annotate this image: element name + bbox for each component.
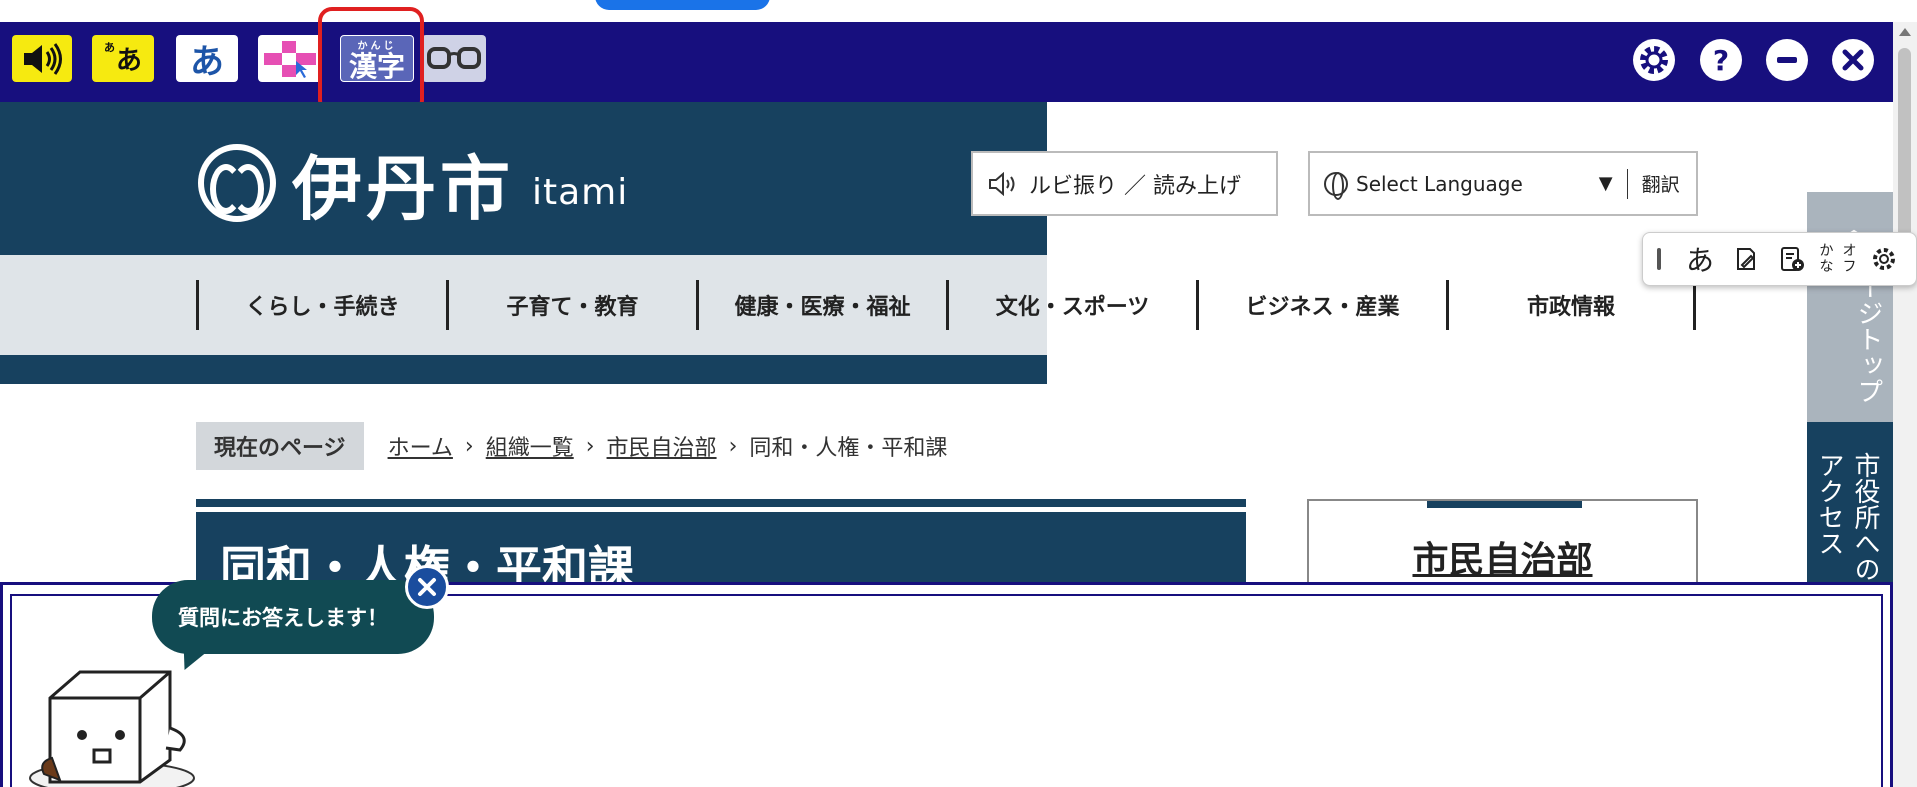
minus-icon: [1777, 57, 1797, 63]
chatbot-bubble-text: 質問にお答えします！: [178, 606, 388, 630]
kana-off-line2: オフ: [1842, 243, 1857, 275]
gear-outline-icon: [1873, 248, 1895, 270]
kanji-ruby-button[interactable]: かんじ 漢字: [340, 35, 414, 83]
accessibility-toolbar: あ あ あ かんじ 漢字: [0, 22, 1893, 102]
access-label: 市役所へのアクセス: [1814, 452, 1880, 582]
logo-text: 伊丹市: [292, 147, 514, 230]
breadcrumb-current-page: 同和・人権・平和課: [749, 436, 948, 461]
breadcrumb-separator-icon: ›: [585, 433, 595, 459]
close-icon: [418, 578, 436, 596]
color-cursor-icon: [264, 40, 316, 78]
language-select[interactable]: Select Language ▼ 翻訳: [1308, 151, 1698, 216]
nav-item-culture[interactable]: 文化・スポーツ: [946, 280, 1196, 330]
ruby-tool-main: あ: [115, 46, 142, 76]
breadcrumb-separator-icon: ›: [464, 433, 474, 459]
ime-toolbar: あ かな オフ: [1642, 232, 1917, 286]
logo-roman: itami: [532, 171, 629, 213]
site-logo[interactable]: 伊丹市 itami: [198, 142, 629, 230]
chatbot-speech-bubble[interactable]: 質問にお答えします！: [152, 580, 434, 654]
kana-off-line1: かな: [1819, 243, 1834, 275]
speaker-icon: [24, 42, 62, 75]
glasses-icon: [427, 46, 481, 69]
scroll-up-icon[interactable]: [1899, 28, 1911, 36]
ruby-tool-button[interactable]: あ あ: [92, 35, 154, 82]
reading-glasses-button[interactable]: [422, 35, 486, 82]
font-size-button[interactable]: あ: [176, 35, 238, 82]
side-box-accent: [1427, 501, 1582, 508]
global-nav: くらし・手続き 子育て・教育 健康・医療・福祉 文化・スポーツ ビジネス・産業 …: [196, 280, 1696, 330]
ruby-read-aloud-label: ルビ振り ／ 読み上げ: [1029, 173, 1241, 199]
gear-icon: [1640, 46, 1668, 74]
toolbar-help-button[interactable]: ?: [1700, 39, 1742, 81]
breadcrumb-link-department[interactable]: 市民自治部: [607, 430, 717, 462]
close-icon: [1842, 49, 1864, 71]
handwriting-pad-icon: [1737, 248, 1755, 270]
read-aloud-button[interactable]: [12, 35, 72, 82]
breadcrumb: 現在のページ ホーム › 組織一覧 › 市民自治部 › 同和・人権・平和課: [196, 422, 947, 470]
ime-settings-button[interactable]: [1861, 236, 1907, 282]
ime-pad-button[interactable]: [1723, 236, 1769, 282]
ime-hiragana-button[interactable]: あ: [1677, 236, 1723, 282]
breadcrumb-separator-icon: ›: [728, 433, 738, 459]
chatbot-mascot-icon[interactable]: [20, 650, 200, 787]
language-divider: [1626, 168, 1628, 199]
ruby-read-aloud-button[interactable]: ルビ振り ／ 読み上げ: [971, 151, 1278, 216]
globe-icon: [1324, 171, 1348, 200]
side-department-link[interactable]: 市民自治部: [1309, 531, 1696, 583]
help-icon: ?: [1712, 43, 1730, 77]
scroll-thumb[interactable]: [1898, 48, 1911, 248]
breadcrumb-link-organization[interactable]: 組織一覧: [486, 430, 574, 462]
ruby-tool-small: あ: [103, 40, 115, 54]
ime-drag-handle[interactable]: [1657, 248, 1661, 270]
nav-item-business[interactable]: ビジネス・産業: [1196, 280, 1446, 330]
kanji-ruby-text: かんじ: [357, 41, 397, 52]
add-word-icon: [1781, 247, 1804, 271]
nav-item-living[interactable]: くらし・手続き: [196, 280, 446, 330]
font-size-label: あ: [190, 42, 224, 82]
page-scrollbar[interactable]: [1893, 22, 1917, 787]
ime-dictionary-button[interactable]: [1769, 236, 1815, 282]
toolbar-settings-button[interactable]: [1633, 39, 1675, 81]
ime-kana-off-button[interactable]: かな オフ: [1815, 236, 1861, 282]
nav-item-health[interactable]: 健康・医療・福祉: [696, 280, 946, 330]
breadcrumb-current-label: 現在のページ: [196, 422, 364, 470]
translate-label[interactable]: 翻訳: [1642, 170, 1680, 197]
nav-item-city-info[interactable]: 市政情報: [1446, 280, 1696, 330]
toolbar-close-button[interactable]: [1832, 39, 1874, 81]
page-top-button[interactable]: ︿ ページトップへ: [1807, 192, 1893, 422]
speaker-outline-icon: [989, 171, 1015, 196]
city-hall-access-button[interactable]: 市役所へのアクセス: [1807, 422, 1893, 582]
browser-tab-indicator: [595, 0, 770, 10]
city-emblem-icon: [198, 144, 276, 222]
chatbot-close-button[interactable]: [405, 565, 449, 609]
color-cursor-button[interactable]: [258, 35, 322, 82]
page: あ あ あ かんじ 漢字 ? 伊丹市 itami ルビ振り ／ 読み上げ Sel…: [0, 0, 1917, 787]
language-select-label: Select Language: [1356, 171, 1523, 196]
dropdown-caret-icon: ▼: [1598, 173, 1613, 194]
toolbar-minimize-button[interactable]: [1766, 39, 1808, 81]
title-top-rule: [196, 499, 1246, 507]
breadcrumb-link-home[interactable]: ホーム: [388, 430, 453, 462]
nav-item-childcare[interactable]: 子育て・教育: [446, 280, 696, 330]
